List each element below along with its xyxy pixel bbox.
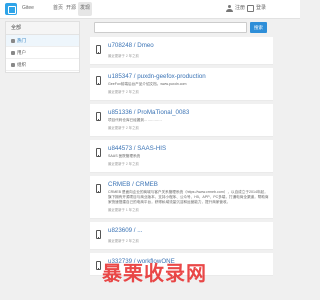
mobile-icon bbox=[96, 184, 101, 193]
nav-item-open-source[interactable]: 开源 bbox=[66, 5, 76, 12]
sidebar-item-orgs[interactable]: 组织 bbox=[6, 59, 79, 71]
sidebar-item-label: 热门 bbox=[17, 38, 26, 43]
result-title[interactable]: u185347 / puxdn-geefox-production bbox=[108, 72, 269, 82]
repo-icon bbox=[11, 38, 15, 43]
sidebar-item-label: 组织 bbox=[17, 62, 26, 67]
list-item: u844573 / SAAS-HIS SAAS 医院管理系统 最近更新于 2 年… bbox=[90, 140, 273, 173]
user-icon bbox=[11, 50, 15, 55]
result-meta: 最近更新于 2 年之前 bbox=[108, 90, 139, 94]
result-meta: 最近更新于 2 年之前 bbox=[108, 54, 139, 58]
login-icon bbox=[247, 5, 254, 12]
result-desc: 项目代码仓库已经搬到…………… bbox=[108, 118, 162, 122]
logo-icon[interactable] bbox=[5, 3, 17, 15]
list-item: u851336 / ProMaTional_0083 项目代码仓库已经搬到………… bbox=[90, 104, 273, 137]
user-icon bbox=[226, 5, 233, 12]
mobile-icon bbox=[96, 261, 101, 270]
mobile-icon bbox=[96, 112, 101, 121]
top-nav: Gitee 首页 开源 发现 注册 登录 bbox=[0, 0, 300, 19]
brand-name[interactable]: Gitee bbox=[22, 5, 34, 12]
result-desc: GeeFox前端后台产品介绍文档。www.puxdn.com bbox=[108, 82, 187, 86]
search-button[interactable]: 搜索 bbox=[250, 22, 267, 33]
mobile-icon bbox=[96, 230, 101, 239]
result-title[interactable]: u823609 / ... bbox=[108, 226, 269, 236]
sidebar: 全部 热门 用户 组织 bbox=[5, 21, 80, 73]
sidebar-item-users[interactable]: 用户 bbox=[6, 47, 79, 59]
result-meta: 最近更新于 1 年之前 bbox=[108, 208, 139, 212]
result-meta: 最近更新于 2 年之前 bbox=[108, 162, 139, 166]
result-title[interactable]: u851336 / ProMaTional_0083 bbox=[108, 108, 269, 118]
sidebar-item-label: 用户 bbox=[17, 50, 26, 55]
org-icon bbox=[11, 62, 15, 67]
nav-item-explore[interactable]: 发现 bbox=[80, 5, 90, 12]
search-input[interactable] bbox=[94, 22, 247, 33]
result-desc: SAAS 医院管理系统 bbox=[108, 154, 141, 158]
nav-item-home[interactable]: 首页 bbox=[53, 5, 63, 12]
result-title[interactable]: u708248 / Dmeo bbox=[108, 41, 269, 51]
register-link[interactable]: 注册 bbox=[235, 5, 245, 12]
watermark-text: 暴栗收录网 bbox=[102, 261, 207, 285]
list-item: CRMEB / CRMEB CRMEB 是面向企业的商城与客户关系管理系统（ht… bbox=[90, 176, 273, 219]
list-item: u185347 / puxdn-geefox-production GeeFox… bbox=[90, 68, 273, 101]
result-desc: CRMEB 是面向企业的商城与客户关系管理系统（https://www.crme… bbox=[108, 190, 269, 204]
mobile-icon bbox=[96, 76, 101, 85]
result-title[interactable]: u844573 / SAAS-HIS bbox=[108, 144, 269, 154]
login-link[interactable]: 登录 bbox=[256, 5, 266, 12]
list-item: u823609 / ... 最近更新于 2 年之前 bbox=[90, 222, 273, 250]
mobile-icon bbox=[96, 148, 101, 157]
sidebar-header[interactable]: 全部 bbox=[6, 22, 79, 35]
sidebar-item-popular[interactable]: 热门 bbox=[6, 35, 79, 47]
result-title[interactable]: CRMEB / CRMEB bbox=[108, 180, 269, 190]
result-meta: 最近更新于 2 年之前 bbox=[108, 126, 139, 130]
mobile-icon bbox=[96, 45, 101, 54]
list-item: u708248 / Dmeo 最近更新于 2 年之前 bbox=[90, 37, 273, 65]
result-meta: 最近更新于 2 年之前 bbox=[108, 239, 139, 243]
